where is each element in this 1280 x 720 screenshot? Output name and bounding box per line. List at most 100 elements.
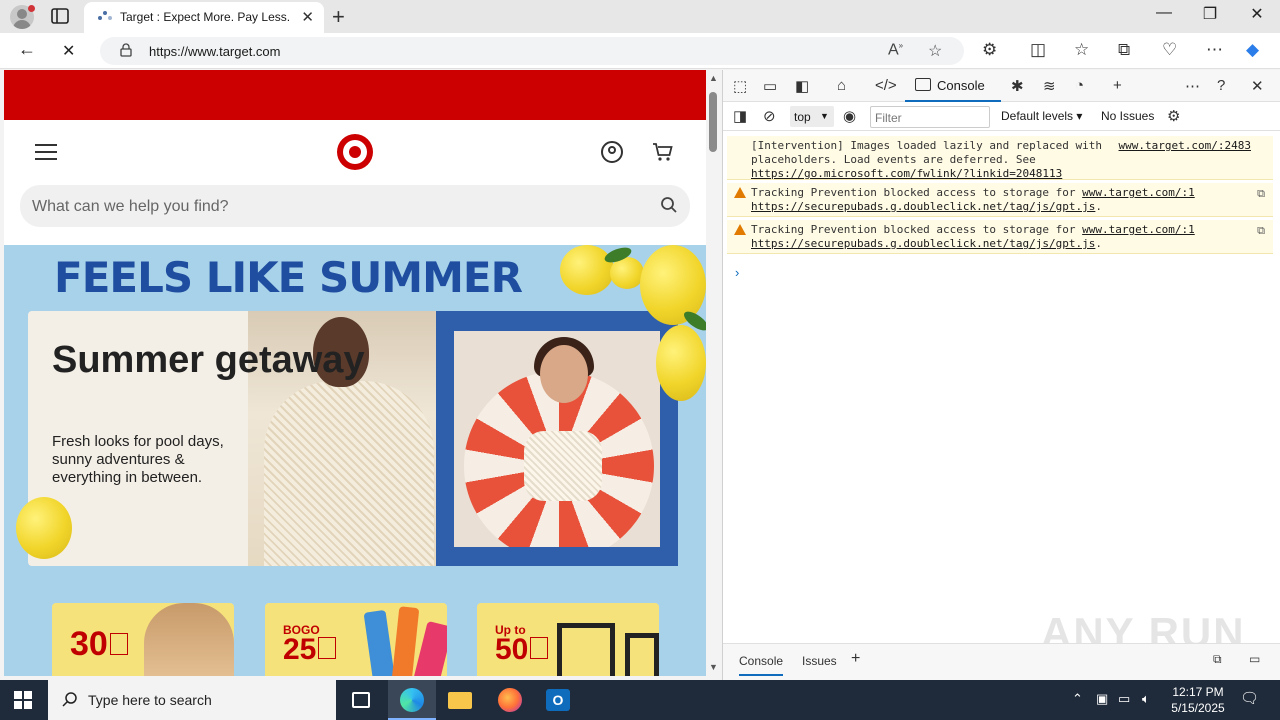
network-icon[interactable]: ▭ [1118,691,1130,707]
promo-tile-3[interactable]: Up to 50 [477,603,659,676]
scroll-up-arrow-icon[interactable]: ▲ [709,73,718,83]
live-expression-eye-icon[interactable]: ◉ [843,107,856,125]
file-explorer-icon[interactable] [436,680,484,720]
stop-loading-icon[interactable]: ✕ [62,41,75,61]
drawer-undock-icon[interactable]: ⧉ [1213,652,1222,667]
copilot-icon[interactable]: ◆ [1246,40,1259,60]
elements-tab-icon[interactable]: </> [875,77,897,94]
context-select[interactable]: top ▼ [790,106,834,127]
console-message-intervention[interactable]: www.target.com/:2483 [Intervention] Imag… [727,136,1273,180]
more-tools-plus-icon[interactable]: + [1113,77,1122,94]
search-placeholder: What can we help you find? [32,198,229,215]
menu-hamburger-icon[interactable] [35,144,57,160]
patio-chair-graphic [557,623,615,676]
log-levels-dropdown[interactable]: Default levels ▾ [1001,109,1082,123]
task-view-icon[interactable] [338,680,386,720]
search-icon[interactable] [660,196,678,214]
taskbar-search-placeholder: Type here to search [88,692,212,708]
extensions-icon[interactable]: ⚙ [982,40,997,60]
clear-console-icon[interactable]: ⊘ [763,107,776,125]
console-prompt-chevron-icon[interactable]: › [735,265,739,280]
console-message-warning[interactable]: Tracking Prevention blocked access to st… [727,220,1273,254]
copy-icon[interactable]: ⧉ [1257,187,1265,201]
filter-placeholder: Filter [875,111,902,125]
inspect-element-icon[interactable]: ⬚ [733,77,747,95]
system-clock[interactable]: 12:17 PM 5/15/2025 [1160,684,1236,716]
favorite-star-icon[interactable]: ☆ [928,41,942,61]
favorites-icon[interactable]: ☆ [1074,40,1089,60]
drawer-tab-issues[interactable]: Issues [802,654,837,668]
edge-app-icon[interactable] [388,680,436,720]
summer-getaway-card[interactable]: Summer getaway Fresh looks for pool days… [28,311,438,566]
search-icon [62,692,77,707]
drawer-tab-console[interactable]: Console [739,654,784,676]
page-scrollbar[interactable]: ▲ ▼ [706,70,720,676]
message-doc-link[interactable]: https://go.microsoft.com/fwlink/?linkid=… [751,167,1062,180]
address-bar[interactable]: https://www.target.com A» ☆ [100,37,964,65]
volume-icon[interactable]: 🔈︎ [1142,691,1150,707]
browser-tab-target[interactable]: Target : Expect More. Pay Less. ✕ [84,2,324,33]
scroll-down-arrow-icon[interactable]: ▼ [709,662,718,672]
target-logo-icon[interactable] [337,134,373,170]
notifications-icon[interactable]: 🗨︎ [1240,689,1259,707]
collections-icon[interactable]: ⧉ [1118,40,1130,60]
firefox-app-icon[interactable] [486,680,534,720]
promo-tile-2[interactable]: BOGO 25 [265,603,447,676]
device-emulation-icon[interactable]: ▭ [763,77,777,95]
performance-icon[interactable]: ◔ [1075,77,1084,94]
site-header [4,120,706,184]
tab-close-icon[interactable]: ✕ [301,8,314,26]
minimize-button[interactable]: — [1141,4,1187,22]
outlook-app-icon[interactable]: O [534,680,582,720]
message-url-link[interactable]: https://securepubads.g.doubleclick.net/t… [751,200,1095,213]
account-icon[interactable] [601,141,623,163]
welcome-home-icon[interactable]: ⌂ [837,77,846,94]
browser-essentials-icon[interactable]: ♡ [1162,40,1177,60]
message-text: Tracking Prevention blocked access to st… [751,223,1195,250]
devtools-tab-bar: ⬚ ▭ ◧ ⌂ </> Console ✱ ≋ ◔ + ⋯ ? ✕ [723,70,1280,102]
pool-photo-card[interactable] [436,311,678,566]
message-url-link[interactable]: https://securepubads.g.doubleclick.net/t… [751,237,1095,250]
sidebar-toggle-icon[interactable]: ◨ [733,107,747,125]
help-icon[interactable]: ? [1217,77,1225,94]
message-source-link[interactable]: www.target.com/:1 [1082,223,1195,236]
read-aloud-icon[interactable]: A» [888,41,903,59]
dock-side-icon[interactable]: ◧ [795,77,809,95]
lock-icon[interactable] [120,43,132,57]
devtools-more-icon[interactable]: ⋯ [1185,77,1200,95]
sources-bug-icon[interactable]: ✱ [1011,77,1024,95]
drawer-collapse-icon[interactable]: ▭ [1249,652,1260,666]
issues-counter[interactable]: No Issues [1101,109,1154,123]
copy-icon[interactable]: ⧉ [1257,224,1265,238]
split-screen-icon[interactable]: ◫ [1030,40,1046,60]
back-arrow-icon[interactable]: ← [18,39,36,60]
devtools-drawer: Console Issues + ⧉ ▭ [723,643,1280,680]
drawer-add-tab-icon[interactable]: + [851,650,860,668]
promo-tile-1[interactable]: 30 [52,603,234,676]
restore-button[interactable]: ❐ [1187,4,1233,24]
console-filter-input[interactable]: Filter [870,106,990,128]
settings-more-icon[interactable]: ⋯ [1206,40,1223,60]
cart-icon[interactable] [652,142,674,162]
warning-icon [734,224,746,235]
message-source-link[interactable]: www.target.com/:2483 [1119,139,1251,152]
taskbar-search-input[interactable]: Type here to search [48,680,336,720]
new-tab-button[interactable]: + [332,4,345,30]
console-message-warning[interactable]: Tracking Prevention blocked access to st… [727,183,1273,217]
url-text[interactable]: https://www.target.com [149,44,281,59]
model-photo [144,603,234,676]
network-wifi-icon[interactable]: ≋ [1043,77,1056,95]
window-close-button[interactable]: ✕ [1234,4,1280,24]
tray-device-icon[interactable]: ▣ [1096,691,1108,707]
tab-actions-icon[interactable] [50,7,70,25]
devtools-close-icon[interactable]: ✕ [1251,77,1264,95]
site-search-input[interactable]: What can we help you find? [20,185,690,227]
scrollbar-thumb[interactable] [709,92,717,152]
tray-chevron-up-icon[interactable]: ⌃ [1072,691,1083,707]
tab-console[interactable]: Console [905,70,1001,102]
lemon-decoration [16,497,72,559]
hero-banner[interactable]: FEELS LIKE SUMMER Summer getaway Fresh l… [4,245,706,676]
message-source-link[interactable]: www.target.com/:1 [1082,186,1195,199]
console-settings-gear-icon[interactable]: ⚙ [1167,107,1180,125]
windows-start-icon[interactable] [14,691,32,709]
